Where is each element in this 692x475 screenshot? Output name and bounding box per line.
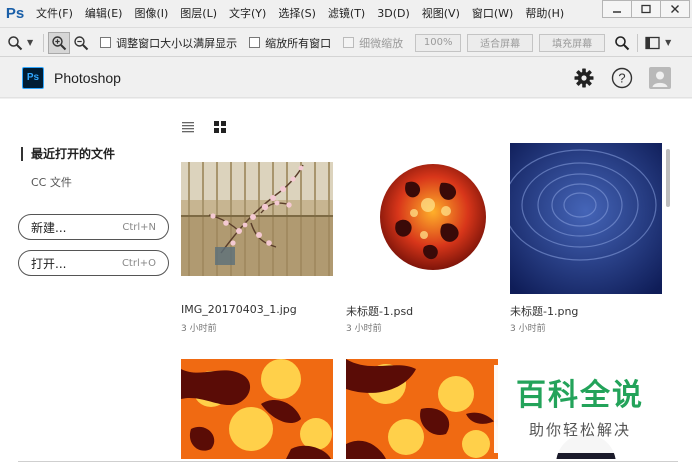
grid-view-icon[interactable] [213, 120, 227, 134]
divider [637, 33, 639, 52]
blossom-photo-thumbnail [181, 143, 333, 294]
open-document-button[interactable]: 打开... Ctrl+O [18, 250, 169, 276]
menu-edit[interactable]: 编辑(E) [79, 0, 129, 28]
checkbox-label: 细微缩放 [359, 36, 404, 50]
divider [43, 33, 45, 52]
workspace-button[interactable] [642, 32, 664, 54]
file-time: 3 小时前 [346, 324, 382, 334]
recent-file-card[interactable]: IMG_20170403_1.jpg 3 小时前 [181, 143, 333, 334]
vertical-scrollbar[interactable] [666, 149, 670, 207]
view-toggles [181, 120, 245, 134]
watermark-subtitle: 助你轻松解决 [528, 420, 631, 439]
file-thumbnail[interactable] [181, 143, 333, 294]
zoom-out-button[interactable] [70, 32, 92, 54]
options-bar: ▼ 调整窗口大小以满屏显示 缩放所有窗口 细微缩放 100% 适合屏幕 填充屏幕 [0, 29, 692, 57]
recent-file-card[interactable] [181, 359, 333, 459]
file-thumbnail[interactable] [346, 359, 498, 459]
new-shortcut: Ctrl+N [122, 221, 156, 233]
menu-file[interactable]: 文件(F) [30, 0, 79, 28]
avatar-icon [649, 67, 671, 89]
chevron-down-icon[interactable]: ▼ [665, 38, 671, 47]
menu-layer[interactable]: 图层(L) [174, 0, 223, 28]
watermark-title: 百科全说 [516, 377, 644, 413]
file-name: 未标题-1.psd [346, 305, 414, 318]
fire-circle-thumbnail [380, 164, 486, 270]
minimize-icon [613, 11, 621, 13]
scrubby-zoom-checkbox: 细微缩放 [343, 35, 403, 51]
user-avatar[interactable] [648, 66, 672, 90]
menu-select[interactable]: 选择(S) [272, 0, 322, 28]
app-name: Photoshop [54, 69, 121, 86]
fire-texture-thumbnail [346, 359, 498, 459]
file-thumbnail[interactable] [181, 359, 333, 459]
help-button[interactable]: ? [610, 66, 634, 90]
sidebar-item-cc-files[interactable]: CC 文件 [31, 174, 72, 190]
maximize-icon [641, 4, 651, 14]
menu-bar: Ps 文件(F) 编辑(E) 图像(I) 图层(L) 文字(Y) 选择(S) 滤… [0, 0, 692, 28]
zoom-tool-icon [8, 35, 23, 50]
file-thumbnail[interactable] [510, 143, 662, 294]
checkbox[interactable] [249, 37, 261, 48]
close-button[interactable] [660, 0, 690, 18]
open-shortcut: Ctrl+O [121, 257, 156, 269]
svg-text:?: ? [618, 71, 625, 86]
sidebar-item-recent[interactable]: 最近打开的文件 [21, 147, 115, 161]
menu-view[interactable]: 视图(V) [416, 0, 466, 28]
help-icon: ? [611, 67, 633, 89]
home-sidebar: 最近打开的文件 CC 文件 新建... Ctrl+N 打开... Ctrl+O [0, 99, 178, 475]
search-button[interactable] [611, 32, 633, 54]
checkbox[interactable] [100, 37, 112, 48]
menu-window[interactable]: 窗口(W) [466, 0, 519, 28]
zoom-100-button: 100% [415, 33, 462, 52]
zoom-tool-preset[interactable] [4, 32, 26, 54]
search-icon [615, 35, 630, 50]
zoom-all-windows-checkbox[interactable]: 缩放所有窗口 [249, 35, 331, 51]
workspace-icon [645, 36, 660, 49]
new-document-button[interactable]: 新建... Ctrl+N [18, 214, 169, 240]
menu-image[interactable]: 图像(I) [128, 0, 174, 28]
menu-help[interactable]: 帮助(H) [519, 0, 570, 28]
fill-screen-button: 填充屏幕 [539, 33, 606, 52]
file-name: IMG_20170403_1.jpg [181, 303, 297, 316]
menu-type[interactable]: 文字(Y) [223, 0, 272, 28]
file-time: 3 小时前 [510, 324, 546, 334]
resize-windows-checkbox[interactable]: 调整窗口大小以满屏显示 [100, 35, 237, 51]
recent-file-card[interactable] [346, 359, 498, 459]
file-name: 未标题-1.png [510, 305, 579, 318]
minimize-button[interactable] [602, 0, 632, 18]
recent-file-card[interactable]: 未标题-1.psd 3 小时前 [346, 143, 498, 334]
zoom-out-icon [74, 35, 89, 50]
zoom-in-icon [52, 35, 67, 50]
file-thumbnail[interactable] [346, 143, 498, 294]
list-view-icon[interactable] [181, 120, 195, 134]
photoshop-logo: Ps [5, 5, 25, 22]
menu-3d[interactable]: 3D(D) [371, 0, 416, 28]
file-time: 3 小时前 [181, 324, 217, 334]
watermark: 百科全说 助你轻松解决 [494, 365, 666, 453]
photoshop-app-icon: Ps [22, 66, 44, 89]
menu-filter[interactable]: 滤镜(T) [322, 0, 371, 28]
blue-ripple-thumbnail [510, 143, 662, 294]
gear-icon [574, 68, 594, 88]
open-label: 打开... [31, 256, 67, 271]
fire-texture-thumbnail [181, 359, 333, 459]
settings-button[interactable] [572, 66, 596, 90]
home-main: 最近打开的文件 CC 文件 新建... Ctrl+N 打开... Ctrl+O [0, 99, 692, 475]
checkbox [343, 37, 355, 48]
recent-file-card[interactable]: 未标题-1.png 3 小时前 [510, 143, 662, 334]
maximize-button[interactable] [631, 0, 661, 18]
new-label: 新建... [31, 220, 67, 235]
chevron-down-icon[interactable]: ▼ [27, 38, 33, 47]
checkbox-label: 缩放所有窗口 [265, 36, 332, 50]
zoom-in-button[interactable] [48, 31, 71, 54]
header-icons: ? [558, 66, 672, 90]
divider [18, 461, 678, 462]
close-icon [671, 5, 679, 13]
fit-screen-button: 适合屏幕 [467, 33, 534, 52]
window-controls [602, 0, 690, 18]
checkbox-label: 调整窗口大小以满屏显示 [116, 36, 238, 50]
home-header: Ps Photoshop ? [0, 58, 692, 98]
